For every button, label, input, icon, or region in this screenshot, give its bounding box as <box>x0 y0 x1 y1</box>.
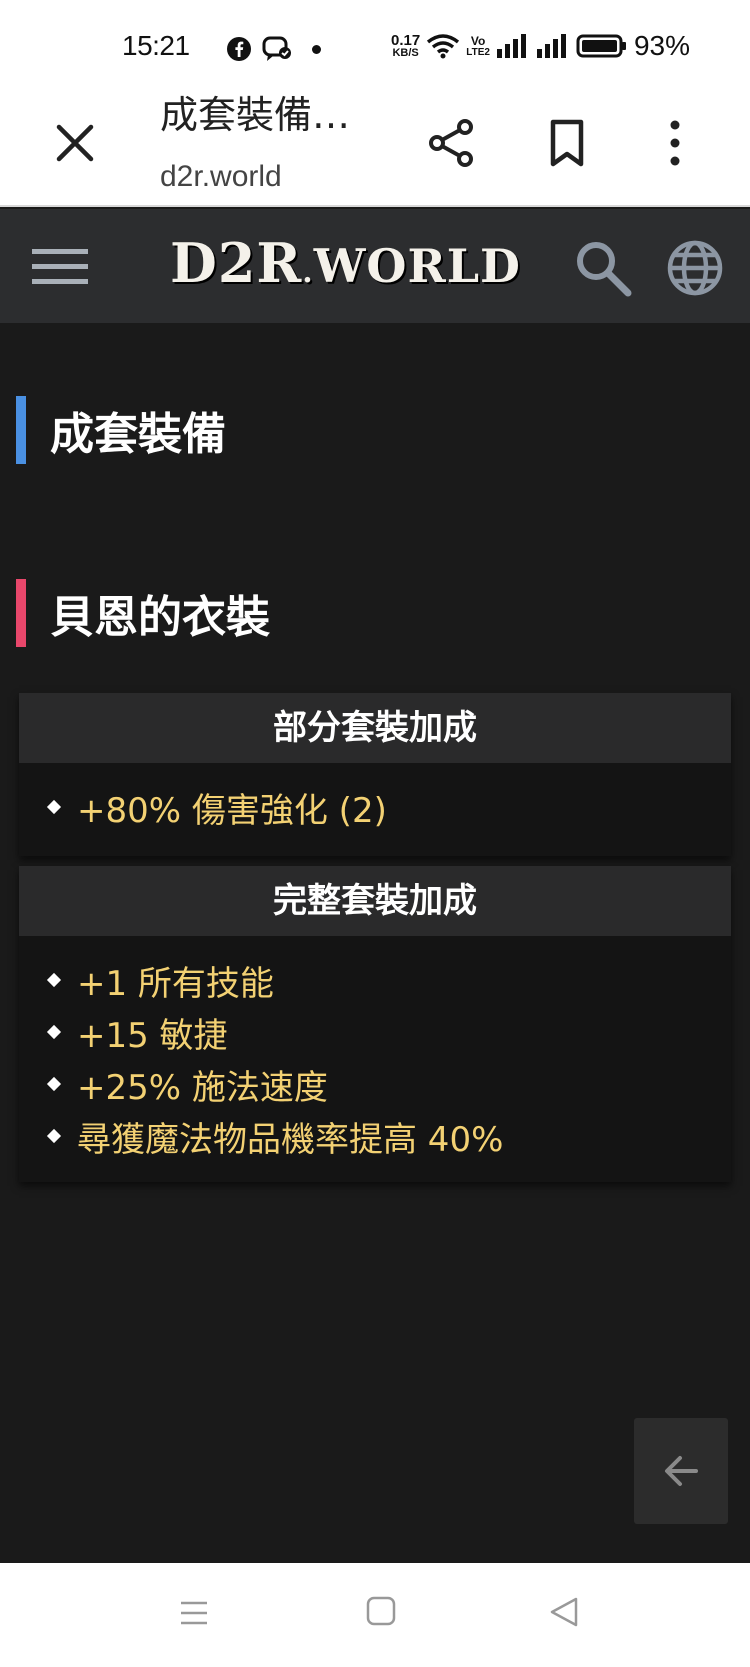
more-vert-icon[interactable] <box>650 116 700 170</box>
wifi-icon <box>427 34 460 59</box>
battery-percent: 93% <box>633 30 690 61</box>
hamburger-icon[interactable] <box>30 241 90 291</box>
bonus-text: 尋獲魔法物品機率提高 40% <box>77 1119 504 1160</box>
browser-toolbar: 成套裝備… d2r.world <box>0 70 750 207</box>
page-title: 成套裝備 <box>50 409 226 460</box>
home-icon[interactable] <box>365 1595 397 1627</box>
back-icon[interactable] <box>548 1595 580 1629</box>
system-status: 0.17 KB/S Vo LTE2 93% <box>391 30 690 62</box>
bullet-icon <box>46 1024 62 1040</box>
full-bonus-list: +1 所有技能 +15 敏捷 +25% 施法速度 尋獲魔法物品機率提高 40% <box>19 936 731 1180</box>
bullet-icon <box>46 799 62 815</box>
site-logo[interactable]: D2R.WORLD <box>170 231 521 295</box>
facebook-icon <box>227 37 251 61</box>
bullet-icon <box>46 972 62 988</box>
globe-icon[interactable] <box>664 237 726 299</box>
list-item: +1 所有技能 <box>46 954 731 1006</box>
volte-indicator: Vo LTE2 <box>466 33 490 58</box>
list-item: +15 敏捷 <box>46 1006 731 1058</box>
set-name: 貝恩的衣裝 <box>50 592 270 643</box>
search-icon[interactable] <box>572 237 634 299</box>
title-accent-bar <box>16 396 26 464</box>
system-nav-bar <box>0 1563 750 1667</box>
bookmark-icon[interactable] <box>540 116 594 170</box>
site-header: D2R.WORLD <box>0 209 750 323</box>
messenger-icon <box>262 36 291 61</box>
page-title-tab: 成套裝備… <box>160 93 351 137</box>
full-bonus-heading: 完整套裝加成 <box>19 866 731 936</box>
bonus-text: +15 敏捷 <box>77 1015 228 1056</box>
set-accent-bar <box>16 579 26 647</box>
list-item: +25% 施法速度 <box>46 1058 731 1110</box>
share-icon[interactable] <box>425 116 479 170</box>
partial-bonus-heading: 部分套裝加成 <box>19 693 731 763</box>
bonus-text: +25% 施法速度 <box>77 1067 328 1108</box>
partial-bonus-panel: 部分套裝加成 +80% 傷害強化 (2) <box>19 693 731 856</box>
dot-indicator <box>312 44 321 54</box>
page-heading: 成套裝備 <box>16 396 226 464</box>
battery-icon <box>576 34 626 58</box>
bonus-text: +1 所有技能 <box>77 963 274 1004</box>
recents-icon[interactable] <box>178 1597 210 1629</box>
bullet-icon <box>46 1076 62 1092</box>
page-url[interactable]: d2r.world <box>160 160 282 194</box>
list-item: 尋獲魔法物品機率提高 40% <box>46 1110 731 1162</box>
set-heading: 貝恩的衣裝 <box>16 579 270 647</box>
status-time: 15:21 <box>122 30 190 61</box>
signal-icon-1 <box>496 34 526 58</box>
close-icon[interactable] <box>50 118 100 168</box>
back-button[interactable] <box>634 1418 728 1524</box>
list-item: +80% 傷害強化 (2) <box>46 781 731 833</box>
signal-icon-2 <box>536 34 566 58</box>
partial-bonus-list: +80% 傷害強化 (2) <box>19 763 731 851</box>
full-bonus-panel: 完整套裝加成 +1 所有技能 +15 敏捷 +25% 施法速度 尋獲魔法物品機率… <box>19 866 731 1182</box>
bonus-text: +80% 傷害強化 (2) <box>77 790 387 831</box>
net-speed: 0.17 KB/S <box>391 32 421 59</box>
notification-icons <box>226 32 321 66</box>
arrow-left-icon <box>665 1456 698 1486</box>
bullet-icon <box>46 1128 62 1144</box>
